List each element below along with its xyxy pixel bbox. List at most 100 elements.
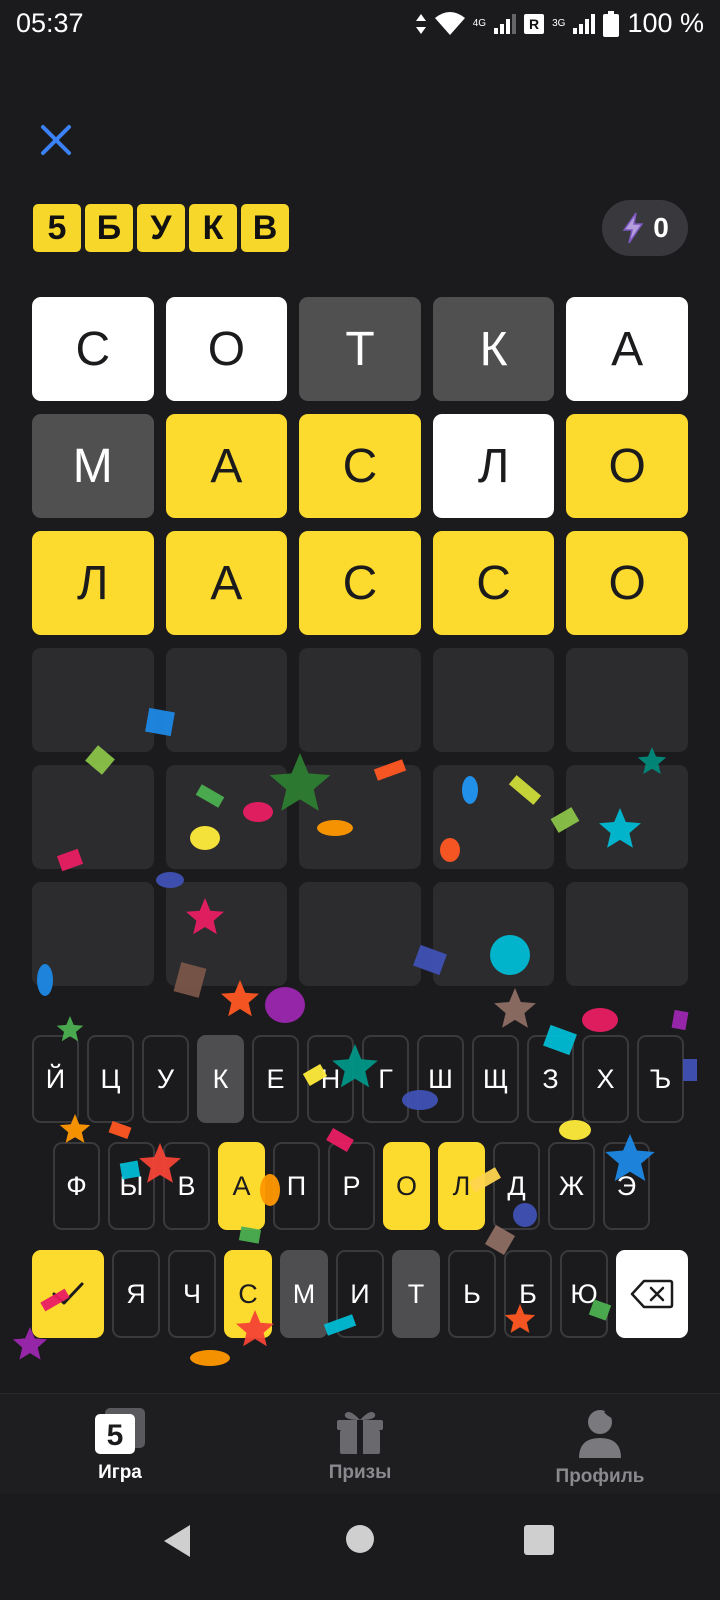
key[interactable]: Х	[582, 1035, 629, 1123]
home-icon[interactable]	[344, 1523, 376, 1555]
logo-tile: В	[241, 204, 289, 252]
empty-tile	[432, 648, 555, 752]
recents-icon[interactable]	[524, 1525, 554, 1555]
wifi-icon	[434, 11, 465, 35]
close-button[interactable]	[36, 120, 76, 160]
empty-tile	[432, 765, 555, 869]
lightning-icon	[622, 212, 644, 244]
letter-tile: О	[566, 531, 688, 635]
key[interactable]: Ъ	[637, 1035, 684, 1123]
letter-tile: С	[32, 297, 154, 401]
letter-tile: С	[299, 414, 421, 518]
empty-tile	[165, 765, 288, 869]
status-time: 05:37	[16, 8, 84, 38]
status-icons: 4G R 3G 100 %	[415, 8, 704, 39]
confetti-piece	[190, 1350, 230, 1366]
confetti-piece	[108, 1120, 132, 1140]
empty-tile	[566, 765, 688, 869]
backspace-key[interactable]	[616, 1250, 688, 1338]
battery-icon	[603, 10, 620, 37]
key[interactable]: Л	[438, 1142, 485, 1230]
signal-icon-2	[573, 13, 596, 34]
backspace-icon	[630, 1279, 674, 1309]
key[interactable]: Ю	[560, 1250, 608, 1338]
nav-prizes[interactable]: Призы	[280, 1408, 440, 1484]
gift-icon	[337, 1412, 383, 1454]
logo-tile: 5	[33, 204, 81, 252]
key[interactable]: С	[224, 1250, 272, 1338]
empty-tile	[299, 765, 421, 869]
battery-percent: 100 %	[627, 8, 704, 38]
key[interactable]: Ц	[87, 1035, 134, 1123]
empty-tile	[299, 882, 421, 986]
empty-tile	[32, 765, 154, 869]
game-icon: 5	[95, 1408, 145, 1454]
key[interactable]: П	[273, 1142, 320, 1230]
key[interactable]: М	[280, 1250, 328, 1338]
key[interactable]: Щ	[472, 1035, 519, 1123]
nav-prizes-label: Призы	[328, 1462, 392, 1483]
empty-tile	[165, 648, 288, 752]
grid-row: СОТКА	[32, 297, 688, 401]
empty-tile	[432, 882, 555, 986]
key[interactable]: И	[336, 1250, 384, 1338]
grid-row: МАСЛО	[32, 414, 688, 518]
key[interactable]: О	[383, 1142, 430, 1230]
key[interactable]: Й	[32, 1035, 79, 1123]
letter-tile: Л	[32, 531, 154, 635]
letter-tile: А	[165, 531, 288, 635]
logo-tile: Б	[85, 204, 133, 252]
logo-tile: К	[189, 204, 237, 252]
letter-tile: К	[432, 297, 555, 401]
key[interactable]: Д	[493, 1142, 540, 1230]
data-arrows-icon	[415, 13, 426, 34]
empty-tile	[566, 882, 688, 986]
key[interactable]: Т	[392, 1250, 440, 1338]
key[interactable]: Р	[328, 1142, 375, 1230]
back-icon[interactable]	[160, 1523, 194, 1559]
key[interactable]: Ч	[168, 1250, 216, 1338]
letter-tile: Т	[299, 297, 421, 401]
key[interactable]: Н	[307, 1035, 354, 1123]
letter-tile: С	[299, 531, 421, 635]
key[interactable]: Ф	[53, 1142, 100, 1230]
enter-key[interactable]	[32, 1250, 104, 1338]
signal-icon	[494, 13, 517, 34]
letter-tile: О	[566, 414, 688, 518]
key[interactable]: А	[218, 1142, 265, 1230]
key[interactable]: З	[527, 1035, 574, 1123]
grid-row	[32, 882, 688, 986]
close-icon	[41, 125, 71, 155]
keyboard-row-3: ЯЧСМИТЬБЮ	[32, 1250, 688, 1338]
key[interactable]: В	[163, 1142, 210, 1230]
key[interactable]: У	[142, 1035, 189, 1123]
letter-tile: Л	[432, 414, 555, 518]
confetti-piece	[582, 1008, 618, 1032]
logo: 5 Б У К В	[33, 204, 289, 252]
key[interactable]: Э	[603, 1142, 650, 1230]
nav-game[interactable]: 5 Игра	[40, 1408, 200, 1484]
key[interactable]: Ш	[417, 1035, 464, 1123]
keyboard-row-2: ФЫВАПРОЛДЖЭ	[53, 1142, 658, 1230]
nav-game-label: Игра	[98, 1462, 142, 1483]
letter-tile: А	[165, 414, 288, 518]
keyboard-row-1: ЙЦУКЕНГШЩЗХЪ	[32, 1035, 692, 1123]
letter-tile: М	[32, 414, 154, 518]
empty-tile	[32, 882, 154, 986]
empty-tile	[32, 648, 154, 752]
energy-counter[interactable]: 0	[602, 200, 688, 256]
nav-profile-label: Профиль	[555, 1466, 645, 1487]
check-icon	[52, 1282, 84, 1305]
key[interactable]: Ь	[448, 1250, 496, 1338]
grid-row: ЛАССО	[32, 531, 688, 635]
key[interactable]: Ы	[108, 1142, 155, 1230]
key[interactable]: К	[197, 1035, 244, 1123]
nav-profile[interactable]: Профиль	[520, 1408, 680, 1488]
key[interactable]: Ж	[548, 1142, 595, 1230]
key[interactable]: Б	[504, 1250, 552, 1338]
key[interactable]: Я	[112, 1250, 160, 1338]
key[interactable]: Г	[362, 1035, 409, 1123]
key[interactable]: Е	[252, 1035, 299, 1123]
status-bar: 05:37 4G R 3G 100 %	[0, 0, 720, 50]
empty-tile	[165, 882, 288, 986]
